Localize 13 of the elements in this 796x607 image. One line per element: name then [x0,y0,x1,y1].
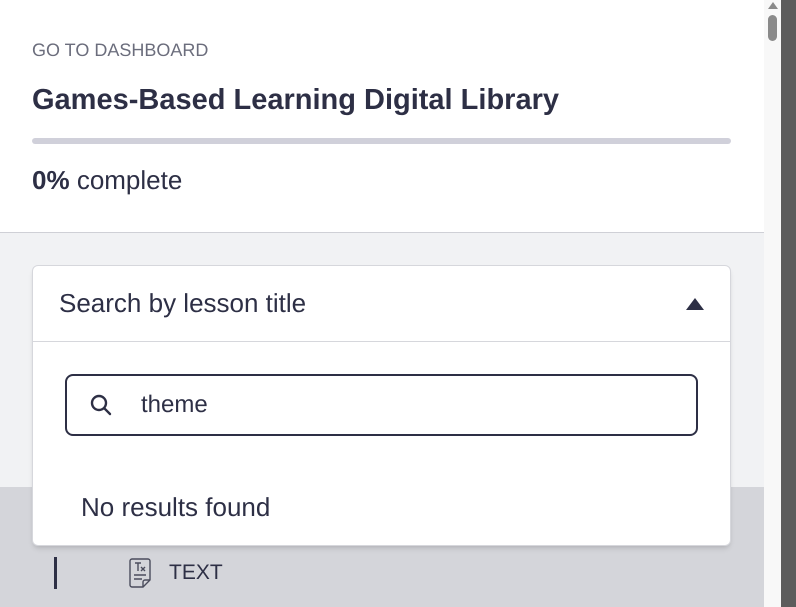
search-icon [89,393,113,417]
caret-up-icon [686,298,704,310]
course-title: Games-Based Learning Digital Library [32,83,560,118]
dashboard-link[interactable]: GO TO DASHBOARD [32,38,732,62]
scroll-up-arrow-icon[interactable] [768,2,778,9]
text-document-icon [129,558,151,588]
scrollbar-thumb[interactable] [768,15,777,41]
scrollbar[interactable] [764,0,781,607]
progress-text: 0% complete [32,164,184,196]
lesson-search-toggle[interactable]: Search by lesson title [33,266,730,342]
lesson-item-label: TEXT [169,560,223,586]
search-field[interactable]: theme [65,374,698,436]
no-results-message: No results found [81,491,272,523]
